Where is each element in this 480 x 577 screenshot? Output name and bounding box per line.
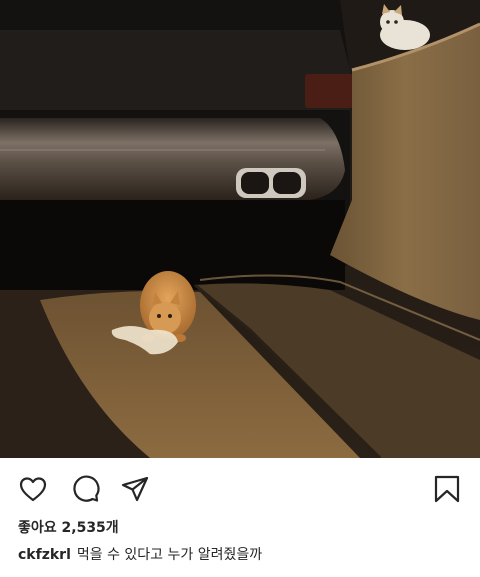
post-photo[interactable] [0,0,480,458]
caption-text: 먹을 수 있다고 누가 알려줬을까 [76,547,263,563]
share-icon[interactable] [120,474,150,504]
comment-icon[interactable] [70,474,100,504]
instagram-post: 좋아요 2,535개 ckfzkrl 먹을 수 있다고 누가 알려줬을까 [0,0,480,577]
like-count[interactable]: 좋아요 2,535개 [18,517,119,537]
username-link[interactable]: ckfzkrl [18,547,71,563]
bookmark-icon[interactable] [432,474,462,504]
action-bar [0,466,480,512]
heart-icon[interactable] [18,474,48,504]
post-caption: ckfzkrl 먹을 수 있다고 누가 알려줬을까 [18,544,262,564]
